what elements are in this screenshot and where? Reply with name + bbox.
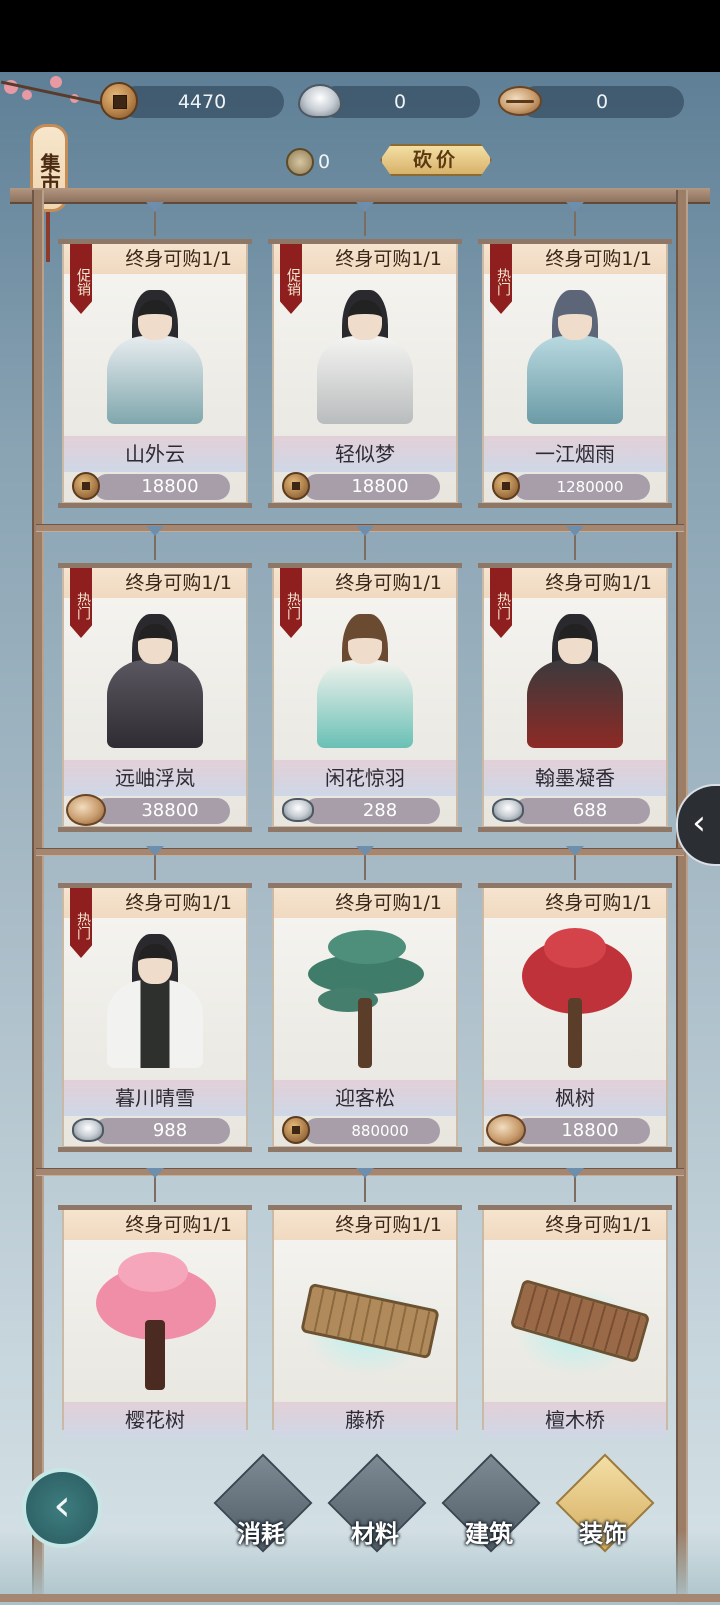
item-price: 18800 xyxy=(94,474,230,500)
item-price: 688 xyxy=(514,798,650,824)
sandalwood-bridge-image xyxy=(504,1246,651,1396)
copper-coin-icon xyxy=(100,82,138,120)
shop-card[interactable]: 终身可购1/1 促销 轻似梦 18800 xyxy=(268,239,462,508)
bargain-button[interactable]: 砍价 xyxy=(380,144,492,176)
item-price: 18800 xyxy=(514,1118,650,1144)
item-name: 山外云 xyxy=(64,436,246,472)
banner-tassel xyxy=(46,212,50,262)
item-price: 18800 xyxy=(304,474,440,500)
nav-consumables[interactable]: 消耗 xyxy=(213,1453,313,1554)
shop-card[interactable]: 终身可购1/1 迎客松 880000 xyxy=(268,883,462,1152)
item-name: 翰墨凝香 xyxy=(484,760,666,796)
character-portrait xyxy=(84,604,226,754)
purchase-limit: 终身可购1/1 xyxy=(484,888,666,918)
item-name: 迎客松 xyxy=(274,1080,456,1116)
item-price: 38800 xyxy=(94,798,230,824)
hanging-hook xyxy=(146,202,164,212)
character-portrait xyxy=(84,924,226,1074)
shell-balance: 0 xyxy=(595,91,609,113)
character-portrait xyxy=(84,280,226,430)
shop-card[interactable]: 终身可购1/1 藤桥 xyxy=(268,1205,462,1438)
item-name: 暮川晴雪 xyxy=(64,1080,246,1116)
nav-label: 消耗 xyxy=(237,1520,285,1548)
nav-materials[interactable]: 材料 xyxy=(327,1453,427,1554)
shop-card[interactable]: 终身可购1/1 热门 远岫浮岚 38800 xyxy=(58,563,252,832)
silver-balance: 0 xyxy=(393,91,407,113)
bargain-token-count: 0 xyxy=(318,151,331,173)
shell-icon xyxy=(486,1114,526,1146)
chevron-left-icon: ‹ xyxy=(692,803,706,843)
shop-card[interactable]: 终身可购1/1 热门 一江烟雨 1280000 xyxy=(478,239,672,508)
character-portrait xyxy=(294,604,436,754)
item-price: 288 xyxy=(304,798,440,824)
shell-icon xyxy=(498,86,542,116)
pine-tree-image xyxy=(294,924,436,1074)
shop-card[interactable]: 终身可购1/1 促销 山外云 18800 xyxy=(58,239,252,508)
item-name: 藤桥 xyxy=(274,1402,456,1438)
copper-coin-icon xyxy=(282,472,310,500)
shop-card[interactable]: 终身可购1/1 樱花树 xyxy=(58,1205,252,1438)
hanging-hook xyxy=(566,202,584,212)
shop-card[interactable]: 终身可购1/1 热门 闲花惊羽 288 xyxy=(268,563,462,832)
item-name: 檀木桥 xyxy=(484,1402,666,1438)
copper-balance: 4470 xyxy=(177,91,227,113)
item-name: 枫树 xyxy=(484,1080,666,1116)
nav-label: 装饰 xyxy=(579,1520,627,1548)
item-name: 远岫浮岚 xyxy=(64,760,246,796)
vine-bridge-image xyxy=(294,1246,440,1396)
copper-coin-icon xyxy=(72,472,100,500)
maple-tree-image xyxy=(504,924,646,1074)
copper-coin-icon xyxy=(282,1116,310,1144)
item-price: 988 xyxy=(94,1118,230,1144)
purchase-limit: 终身可购1/1 xyxy=(274,1210,456,1240)
cherry-blossom-tree-image xyxy=(84,1246,226,1396)
bottom-rail xyxy=(0,1594,720,1602)
item-name: 一江烟雨 xyxy=(484,436,666,472)
nav-label: 材料 xyxy=(351,1520,399,1548)
shop-card[interactable]: 终身可购1/1 枫树 18800 xyxy=(478,883,672,1152)
silver-ingot-icon xyxy=(298,84,342,118)
item-name: 闲花惊羽 xyxy=(274,760,456,796)
shell-icon xyxy=(66,794,106,826)
back-button[interactable]: ‹ xyxy=(22,1468,102,1548)
silver-balance-pill: 0 xyxy=(320,86,480,118)
nav-decorations[interactable]: 装饰 xyxy=(555,1453,655,1554)
silver-ingot-icon xyxy=(492,798,524,822)
copper-balance-pill: 4470 xyxy=(120,86,284,118)
market-screen: 4470 0 0 集市 0 砍价 终身可购1/1 促销 山外云 18800 终身… xyxy=(0,72,720,1605)
purchase-limit: 终身可购1/1 xyxy=(274,888,456,918)
item-name: 轻似梦 xyxy=(274,436,456,472)
purchase-limit: 终身可购1/1 xyxy=(64,1210,246,1240)
item-name: 樱花树 xyxy=(64,1402,246,1438)
shelf-right-post xyxy=(676,190,688,1605)
character-portrait xyxy=(504,604,646,754)
character-portrait xyxy=(504,280,646,430)
back-arrow-icon: ‹ xyxy=(53,1480,71,1531)
shop-card[interactable]: 终身可购1/1 檀木桥 xyxy=(478,1205,672,1438)
hanging-hook xyxy=(356,202,374,212)
shelf-top-beam xyxy=(10,188,710,204)
item-price: 1280000 xyxy=(514,474,650,500)
shop-card[interactable]: 终身可购1/1 热门 暮川晴雪 988 xyxy=(58,883,252,1152)
nav-buildings[interactable]: 建筑 xyxy=(441,1453,541,1554)
bargain-token-icon xyxy=(286,148,314,176)
silver-ingot-icon xyxy=(72,1118,104,1142)
shop-card[interactable]: 终身可购1/1 热门 翰墨凝香 688 xyxy=(478,563,672,832)
shelf-left-post xyxy=(32,190,44,1605)
item-price: 880000 xyxy=(304,1118,440,1144)
character-portrait xyxy=(294,280,436,430)
copper-coin-icon xyxy=(492,472,520,500)
shell-balance-pill: 0 xyxy=(520,86,684,118)
silver-ingot-icon xyxy=(282,798,314,822)
nav-label: 建筑 xyxy=(465,1520,513,1548)
purchase-limit: 终身可购1/1 xyxy=(484,1210,666,1240)
